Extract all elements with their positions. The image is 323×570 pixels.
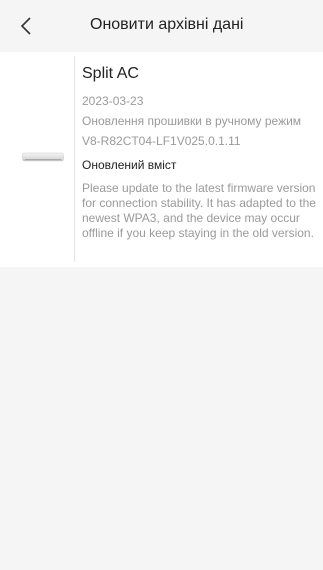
firmware-record-card: Split AC 2023-03-23 Оновлення прошивки в… (0, 52, 323, 267)
top-bar: Оновити архівні дані (0, 0, 323, 52)
updated-content-title: Оновлений вміст (82, 158, 177, 172)
update-date: 2023-03-23 (82, 94, 144, 108)
record-details: Split AC 2023-03-23 Оновлення прошивки в… (82, 64, 323, 241)
update-type: Оновлення прошивки в ручному режим (82, 114, 302, 128)
back-button[interactable] (20, 10, 50, 42)
device-name: Split AC (82, 65, 139, 82)
chevron-left-icon (20, 17, 31, 35)
update-description: Please update to the latest firmware ver… (82, 181, 316, 240)
firmware-version: V8-R82CT04-LF1V025.0.1.11 (82, 134, 241, 148)
air-conditioner-icon (22, 152, 64, 162)
timeline-divider (74, 56, 75, 262)
page-title: Оновити архівні дані (90, 16, 244, 33)
